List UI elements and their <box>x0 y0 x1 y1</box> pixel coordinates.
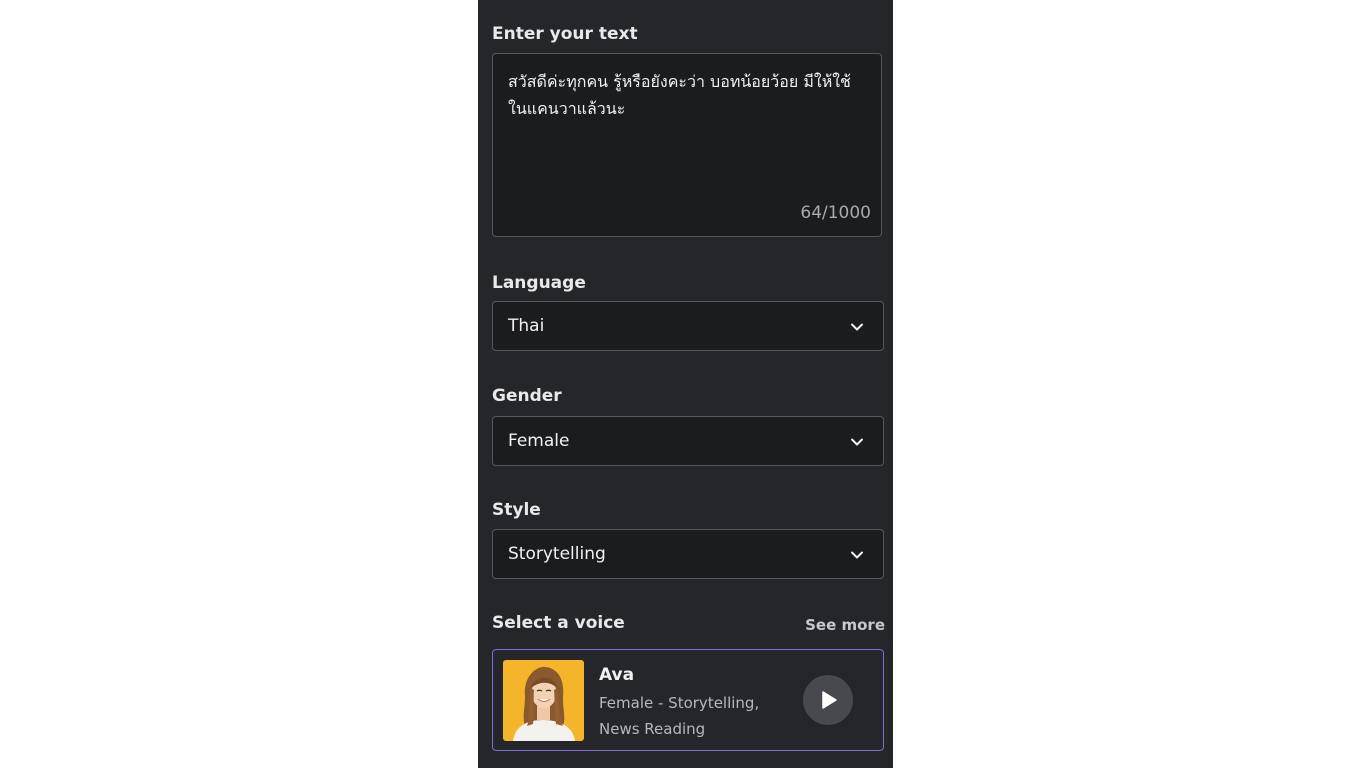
select-voice-label: Select a voice <box>492 613 625 633</box>
voice-avatar <box>503 660 584 741</box>
gender-selected-value: Female <box>508 431 570 451</box>
voice-name: Ava <box>599 665 635 685</box>
style-selected-value: Storytelling <box>508 544 606 564</box>
chevron-down-icon <box>851 323 863 331</box>
language-select[interactable]: Thai <box>492 301 884 351</box>
chevron-down-icon <box>851 551 863 559</box>
chevron-down-icon <box>851 438 863 446</box>
text-to-speech-panel: Enter your text สวัสดีค่ะทุกคน รู้หรือยั… <box>478 0 893 768</box>
play-button[interactable] <box>803 675 853 725</box>
voice-description: Female - Storytelling, News Reading <box>599 694 760 738</box>
language-label: Language <box>492 273 586 293</box>
play-icon <box>822 691 837 709</box>
gender-select[interactable]: Female <box>492 416 884 466</box>
character-counter: 64/1000 <box>800 203 871 223</box>
style-select[interactable]: Storytelling <box>492 529 884 579</box>
voice-card-ava[interactable]: Ava Female - Storytelling, News Reading <box>492 649 884 751</box>
see-more-link[interactable]: See more <box>805 616 885 634</box>
text-input-field[interactable]: สวัสดีค่ะทุกคน รู้หรือยังคะว่า บอทน้อยว้… <box>492 53 882 237</box>
language-selected-value: Thai <box>508 316 545 336</box>
text-input-value[interactable]: สวัสดีค่ะทุกคน รู้หรือยังคะว่า บอทน้อยว้… <box>508 68 868 122</box>
gender-label: Gender <box>492 386 562 406</box>
style-label: Style <box>492 500 541 520</box>
text-input-label: Enter your text <box>492 24 638 44</box>
